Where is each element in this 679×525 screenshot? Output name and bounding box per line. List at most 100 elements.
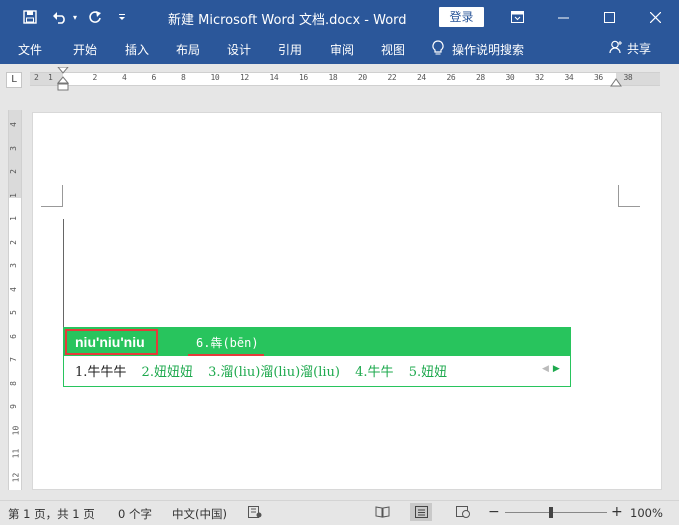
vruler-number: 11	[11, 448, 21, 459]
ruler-number: 30	[505, 73, 515, 82]
zoom-slider[interactable]	[505, 512, 607, 513]
tell-me-label: 操作说明搜索	[452, 43, 525, 57]
vruler-number: 9	[8, 404, 18, 409]
share-label: 共享	[627, 42, 652, 56]
word-count[interactable]: 0 个字	[118, 506, 152, 522]
ribbon-tabs: 文件 开始 插入 布局 设计 引用 审阅 视图 操作说明搜索 共享	[0, 34, 679, 64]
crop-mark-top-right	[618, 185, 640, 207]
ruler-number: 4	[122, 73, 127, 82]
text-cursor	[63, 219, 64, 327]
vruler-number: 10	[11, 425, 21, 435]
horizontal-ruler[interactable]: 2 1 2 4 6 8 10 12 14 16 18 20 22 24 26 28 30 32 34 36 38	[30, 67, 660, 91]
ruler-number: 20	[358, 73, 367, 82]
share-button[interactable]: 共享	[609, 40, 651, 57]
ribbon-display-options-icon[interactable]	[494, 0, 540, 34]
ime-candidate[interactable]: 4.牛牛	[355, 365, 393, 380]
customize-toolbar-icon[interactable]	[115, 8, 129, 26]
ruler-number: 32	[535, 73, 544, 82]
vruler-number: 8	[8, 380, 18, 386]
vruler-number: 1	[8, 192, 18, 198]
vruler-number: 6	[8, 333, 18, 339]
title-bar: ▾ 新建 Microsoft Word 文档.docx - Word 登录	[0, 0, 679, 34]
ime-prev-page-icon[interactable]: ◀	[542, 364, 549, 374]
zoom-slider-thumb[interactable]	[549, 507, 553, 518]
ruler-number: 34	[564, 73, 574, 82]
tab-layout[interactable]: 布局	[176, 41, 200, 58]
lightbulb-icon	[432, 40, 444, 59]
ime-hint-underline	[188, 354, 264, 356]
save-icon[interactable]	[20, 8, 40, 26]
tab-home[interactable]: 开始	[73, 41, 97, 58]
ruler-number: 22	[387, 73, 397, 82]
ruler-number: 12	[240, 73, 249, 82]
vruler-number: 7	[8, 357, 18, 362]
window-title: 新建 Microsoft Word 文档.docx - Word	[168, 13, 407, 28]
ime-hint-candidate[interactable]: 6.犇(bēn)	[196, 334, 259, 351]
ime-candidate[interactable]: 1.牛牛牛	[75, 365, 126, 380]
ruler-number: 2	[92, 73, 98, 82]
ruler-number: 28	[476, 73, 485, 82]
vruler-number: 4	[8, 286, 18, 292]
vruler-number: 4	[8, 122, 18, 127]
ruler-number: 8	[181, 73, 186, 82]
vruler-number: 3	[8, 263, 18, 268]
tab-review[interactable]: 审阅	[330, 41, 354, 58]
ruler-number: 6	[151, 73, 157, 82]
person-icon	[609, 40, 623, 57]
zoom-level[interactable]: 100%	[630, 506, 663, 520]
ruler-number: 10	[210, 73, 220, 82]
tab-file[interactable]: 文件	[18, 41, 42, 58]
right-indent-marker-icon[interactable]	[610, 77, 622, 87]
zoom-out-icon[interactable]: −	[488, 504, 500, 520]
status-bar: 第 1 页，共 1 页 0 个字 中文(中国) − + 100%	[0, 500, 679, 525]
tab-references[interactable]: 引用	[278, 41, 302, 58]
ruler-number: 16	[299, 73, 308, 82]
ime-candidate-list: 1.牛牛牛 2.妞妞妞 3.溜(liu)溜(liu)溜(liu) 4.牛牛 5.…	[75, 361, 458, 380]
ruler-number: 24	[417, 73, 426, 82]
ime-candidate[interactable]: 3.溜(liu)溜(liu)溜(liu)	[208, 365, 340, 380]
tab-view[interactable]: 视图	[381, 41, 405, 58]
vruler-number: 2	[8, 239, 18, 245]
ruler-number: 26	[446, 73, 456, 82]
undo-dropdown-icon[interactable]: ▾	[70, 8, 80, 26]
ime-candidate-window: niu'niu'niu 6.犇(bēn) 1.牛牛牛 2.妞妞妞 3.溜(liu…	[63, 327, 571, 387]
ime-next-page-icon[interactable]: ▶	[553, 364, 560, 374]
crop-mark-top-left	[41, 185, 63, 207]
indent-markers-icon[interactable]	[57, 67, 69, 93]
maximize-icon[interactable]	[586, 0, 632, 34]
read-mode-icon[interactable]	[371, 503, 393, 521]
minimize-icon[interactable]	[540, 0, 586, 34]
ime-candidate[interactable]: 5.妞妞	[409, 365, 447, 380]
undo-icon[interactable]	[50, 8, 70, 26]
vertical-ruler[interactable]: 4 3 2 1 1 2 3 4 5 6 7 8 9 10 11 12	[8, 110, 22, 490]
ruler-number: 36	[594, 73, 603, 82]
ime-composition-bar: niu'niu'niu 6.犇(bēn)	[64, 328, 570, 356]
ruler-number: 2	[34, 73, 39, 82]
tell-me-search[interactable]: 操作说明搜索	[432, 40, 524, 59]
tab-insert[interactable]: 插入	[125, 41, 149, 58]
tab-design[interactable]: 设计	[227, 41, 251, 58]
document-page[interactable]	[32, 112, 662, 490]
redo-icon[interactable]	[85, 8, 105, 26]
tab-stop-selector[interactable]: L	[6, 72, 22, 88]
close-icon[interactable]	[632, 0, 678, 34]
vruler-number: 12	[11, 472, 21, 482]
web-layout-icon[interactable]	[452, 503, 474, 521]
ime-page-arrows: ◀ ▶	[542, 364, 560, 374]
zoom-in-icon[interactable]: +	[611, 504, 623, 520]
ruler-number: 1	[48, 73, 53, 82]
vruler-number: 2	[8, 169, 18, 174]
ime-candidate[interactable]: 2.妞妞妞	[142, 365, 193, 380]
ruler-number: 18	[328, 73, 338, 82]
ruler-number: 14	[269, 73, 279, 82]
print-layout-icon[interactable]	[410, 503, 432, 521]
page-count[interactable]: 第 1 页，共 1 页	[8, 506, 95, 522]
vruler-number: 5	[8, 310, 18, 315]
ruler-number: 38	[623, 73, 633, 82]
language[interactable]: 中文(中国)	[172, 506, 227, 522]
vruler-number: 1	[8, 216, 18, 221]
ruler-area: L 2 1 2 4 6 8 10 12 14 16 18 20 22 24 26 28 30 32 34 36 38	[0, 64, 679, 94]
vruler-number: 3	[8, 145, 18, 151]
macro-record-icon[interactable]	[244, 503, 266, 521]
login-button[interactable]: 登录	[439, 7, 484, 27]
